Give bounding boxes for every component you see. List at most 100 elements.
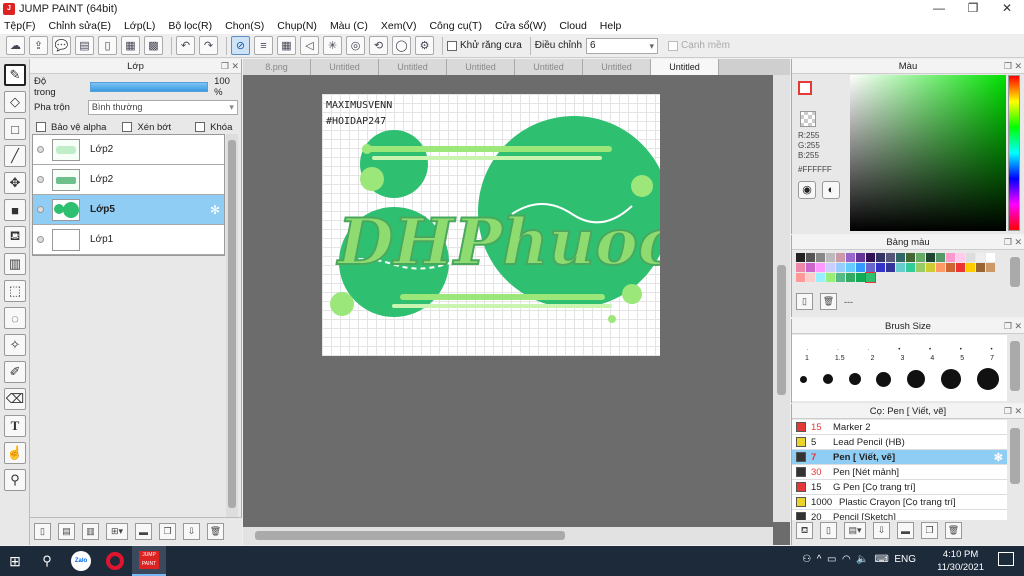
delete-layer-icon[interactable]: 🗑 bbox=[207, 523, 224, 540]
concentric-icon[interactable]: ◎ bbox=[346, 36, 365, 55]
clipping-checkbox[interactable] bbox=[122, 122, 133, 132]
brush-folder-icon[interactable]: ▬ bbox=[897, 522, 914, 539]
keyboard-icon[interactable]: ⌨ bbox=[874, 554, 888, 565]
menu-tools[interactable]: Công cụ(T) bbox=[429, 20, 482, 32]
brush-item[interactable]: 15 G Pen [Cọ trang trí] bbox=[792, 480, 1007, 495]
visibility-toggle[interactable] bbox=[37, 236, 44, 243]
jump-paint-app[interactable]: JUMP PAINT bbox=[132, 546, 166, 576]
wifi-icon[interactable]: ◠ bbox=[842, 554, 851, 565]
tab-untitled[interactable]: Untitled bbox=[311, 59, 379, 75]
select-eraser-icon[interactable]: ⌫ bbox=[4, 388, 26, 410]
chevron-up-icon[interactable]: ^ bbox=[817, 554, 822, 565]
menu-select[interactable]: Chọn(S) bbox=[225, 20, 264, 32]
text-tool-icon[interactable]: T bbox=[4, 415, 26, 437]
menu-cloud[interactable]: Cloud bbox=[559, 20, 586, 32]
layer-row[interactable]: Lớp2 bbox=[33, 165, 224, 195]
color-wheel-icon[interactable]: ◉ bbox=[798, 181, 816, 199]
duplicate-brush-icon[interactable]: ❐ bbox=[921, 522, 938, 539]
search-icon[interactable]: ⚲ bbox=[30, 546, 64, 576]
lock-checkbox[interactable] bbox=[195, 122, 206, 132]
fill-rect-tool-icon[interactable]: ■ bbox=[4, 199, 26, 221]
eraser-tool-icon[interactable]: ◇ bbox=[4, 91, 26, 113]
new-layer-icon[interactable]: ▯ bbox=[34, 523, 51, 540]
transparent-color-swatch[interactable] bbox=[800, 111, 816, 127]
volume-icon[interactable]: 🔈 bbox=[856, 554, 868, 565]
clock[interactable]: 4:10 PM 11/30/2021 bbox=[937, 548, 984, 574]
minimize-button[interactable]: — bbox=[922, 0, 956, 17]
swatch-grid[interactable] bbox=[796, 253, 1006, 283]
duplicate-layer-icon[interactable]: ❐ bbox=[159, 523, 176, 540]
brush-menu-icon[interactable]: ▤▾ bbox=[844, 522, 866, 539]
smooth-edge-checkbox[interactable] bbox=[668, 40, 679, 51]
select-pen-icon[interactable]: ✐ bbox=[4, 361, 26, 383]
panel-float-close-icon[interactable]: ❐ ✕ bbox=[1004, 404, 1022, 419]
brush-item[interactable]: 1000 Plastic Crayon [Cọ trang trí] bbox=[792, 495, 1007, 510]
tab-8png[interactable]: 8.png bbox=[243, 59, 311, 75]
panel-float-close-icon[interactable]: ❐ ✕ bbox=[1004, 319, 1022, 334]
tab-untitled-active[interactable]: Untitled bbox=[651, 59, 719, 75]
tab-untitled[interactable]: Untitled bbox=[447, 59, 515, 75]
adjust-select[interactable]: 6 bbox=[586, 37, 659, 54]
menu-capture[interactable]: Chụp(N) bbox=[277, 20, 317, 32]
magic-wand-icon[interactable]: ✧ bbox=[4, 334, 26, 356]
folder-icon[interactable]: ▬ bbox=[135, 523, 152, 540]
gradient-tool-icon[interactable]: ▥ bbox=[4, 253, 26, 275]
eyedropper-tool-icon[interactable]: ⚲ bbox=[4, 469, 26, 491]
blend-mode-select[interactable]: Bình thường bbox=[87, 99, 238, 115]
layer-settings-icon[interactable]: ✻ bbox=[210, 203, 220, 217]
merge-layer-icon[interactable]: ⇩ bbox=[183, 523, 200, 540]
move-tool-icon[interactable]: ✥ bbox=[4, 172, 26, 194]
layer-row[interactable]: Lớp2 bbox=[33, 135, 224, 165]
notification-icon[interactable] bbox=[998, 552, 1014, 566]
canvas-horizontal-scrollbar[interactable] bbox=[243, 527, 773, 545]
menu-layer[interactable]: Lớp(L) bbox=[124, 20, 155, 32]
brush-size-scrollbar[interactable] bbox=[1010, 341, 1020, 391]
layer-row[interactable]: Lớp1 bbox=[33, 225, 224, 255]
panel-float-close-icon[interactable]: ❐ ✕ bbox=[1004, 235, 1022, 250]
visibility-toggle[interactable] bbox=[37, 206, 44, 213]
new-layer-8bit-icon[interactable]: ▤ bbox=[58, 523, 75, 540]
new-brush-icon[interactable]: ▯ bbox=[820, 522, 837, 539]
swatch-scrollbar[interactable] bbox=[1010, 257, 1020, 287]
delete-brush-icon[interactable]: 🗑 bbox=[945, 522, 962, 539]
brush-item[interactable]: 20 Pencil [Sketch] bbox=[792, 510, 1007, 520]
language-indicator[interactable]: ENG bbox=[894, 554, 916, 565]
page-icon[interactable]: ▯ bbox=[98, 36, 117, 55]
tab-untitled[interactable]: Untitled bbox=[583, 59, 651, 75]
undo-icon[interactable]: ↶ bbox=[176, 36, 195, 55]
maximize-button[interactable]: ❐ bbox=[956, 0, 990, 17]
snap-off-icon[interactable]: ⊘ bbox=[231, 36, 250, 55]
select-rect-icon[interactable]: ⬚ bbox=[4, 280, 26, 302]
saturation-value-picker[interactable] bbox=[850, 75, 1006, 231]
brush-item[interactable]: 15 Marker 2 bbox=[792, 420, 1007, 435]
add-layer-menu-icon[interactable]: ⊞▾ bbox=[106, 523, 128, 540]
grid-snap-icon[interactable]: ▦ bbox=[277, 36, 296, 55]
radial-lines-icon[interactable]: ✳ bbox=[323, 36, 342, 55]
menu-file[interactable]: Tệp(F) bbox=[4, 20, 36, 32]
curve-icon[interactable]: ⟲ bbox=[369, 36, 388, 55]
menu-filter[interactable]: Bộ lọc(R) bbox=[168, 20, 212, 32]
panel-float-close-icon[interactable]: ❐ ✕ bbox=[221, 59, 239, 74]
layer-row-selected[interactable]: Lớp5 ✻ bbox=[33, 195, 224, 225]
pen-tool-icon[interactable]: ✎ bbox=[4, 64, 26, 86]
hue-slider[interactable] bbox=[1008, 75, 1020, 231]
brush-size-grid[interactable]: · · · • • • • 1 1.5 2 3 4 5 7 bbox=[792, 335, 1007, 401]
speech-bubble-icon[interactable]: 💬 bbox=[52, 36, 71, 55]
line-tool-icon[interactable]: ╱ bbox=[4, 145, 26, 167]
brush-item[interactable]: 5 Lead Pencil (HB) bbox=[792, 435, 1007, 450]
color-picker-icon[interactable]: ◐ bbox=[822, 181, 840, 199]
circle-ruler-icon[interactable]: ◯ bbox=[392, 36, 411, 55]
brush-list-scrollbar[interactable] bbox=[1010, 428, 1020, 484]
protect-alpha-checkbox[interactable] bbox=[36, 122, 46, 132]
delete-swatch-icon[interactable]: 🗑 bbox=[820, 293, 837, 310]
menu-edit[interactable]: Chỉnh sửa(E) bbox=[49, 20, 111, 32]
lasso-tool-icon[interactable]: ◌ bbox=[4, 307, 26, 329]
export-icon[interactable]: ⇪ bbox=[29, 36, 48, 55]
brush-item[interactable]: 30 Pen [Nét mảnh] bbox=[792, 465, 1007, 480]
new-swatch-icon[interactable]: ▯ bbox=[796, 293, 813, 310]
visibility-toggle[interactable] bbox=[37, 146, 44, 153]
menu-help[interactable]: Help bbox=[600, 20, 622, 32]
brush-settings-icon[interactable]: ✻ bbox=[994, 451, 1003, 464]
menu-view[interactable]: Xem(V) bbox=[381, 20, 417, 32]
settings-icon[interactable]: ⚙ bbox=[415, 36, 434, 55]
